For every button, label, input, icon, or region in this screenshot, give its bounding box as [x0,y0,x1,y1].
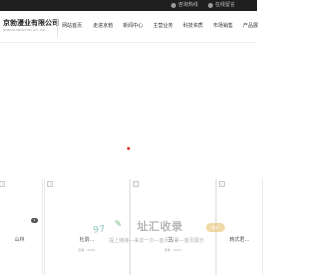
card-title: 杜鹃… [79,237,95,243]
card-title: 山林 [14,237,25,243]
topbar-hotline[interactable]: 咨询热线 [171,2,198,9]
loading-indicator [127,147,130,150]
product-card[interactable]: 韩式君… [216,179,263,275]
card-title: 韩式君… [229,237,250,243]
broken-image-icon [0,181,5,187]
count-badge: 4 [31,218,38,223]
broken-image-icon [47,181,53,187]
product-image [0,179,42,241]
nav-home[interactable]: 网站首页 [62,22,82,29]
card-title: 兰… [167,237,178,243]
topbar-message[interactable]: 在线留言 [208,2,235,9]
product-cards: 4 山林 杜鹃… 查看 · 2020- 兰… 查看 · 2020- 韩式君… [0,179,263,275]
nav-sales[interactable]: 市场销售 [213,22,233,29]
top-bar: 咨询热线 在线留言 [0,0,257,11]
nav-business[interactable]: 主营业务 [153,22,173,29]
nav-products[interactable]: 产品展 [243,22,258,29]
company-subtitle: JIUBING INDUSTRY CO.,LTD [3,28,46,32]
nav-about[interactable]: 走进京勃 [93,22,113,29]
nav-divider [57,17,58,37]
broken-image-icon [133,181,139,187]
nav-news[interactable]: 新闻中心 [123,22,143,29]
product-card[interactable]: 杜鹃… 查看 · 2020- [44,179,130,275]
card-meta: 查看 · 2020- [78,248,96,252]
product-image [217,179,262,241]
product-image [131,179,215,241]
product-card[interactable]: 4 山林 [0,179,43,275]
company-name[interactable]: 京勃漫业有限公司 [3,18,59,28]
wechat-icon [208,3,213,8]
card-meta: 查看 · 2020- [164,248,182,252]
broken-image-icon [219,181,225,187]
nav-qualification[interactable]: 科技资质 [183,22,203,29]
product-image [45,179,129,241]
product-card[interactable]: 兰… 查看 · 2020- [130,179,216,275]
phone-icon [171,3,176,8]
site-header: 京勃漫业有限公司 JIUBING INDUSTRY CO.,LTD 网站首页 走… [0,11,258,43]
